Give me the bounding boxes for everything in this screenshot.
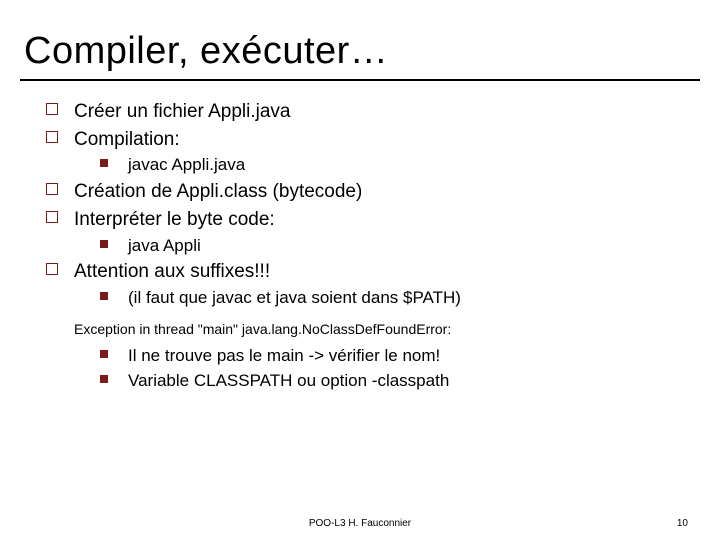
sublist-item: Variable CLASSPATH ou option -classpath [100,370,674,393]
sublist-item: Il ne trouve pas le main -> vérifier le … [100,345,674,368]
square-fill-icon [100,287,128,310]
square-open-icon [46,179,74,205]
square-fill-icon [100,345,128,368]
sublist-text: Variable CLASSPATH ou option -classpath [128,370,449,393]
list-text: Attention aux suffixes!!! [74,259,270,285]
page-number: 10 [677,518,688,529]
sublist-item: (il faut que javac et java soient dans $… [100,287,674,310]
list-item: Création de Appli.class (bytecode) [46,179,674,205]
square-fill-icon [100,154,128,177]
sublist-item: javac Appli.java [100,154,674,177]
list-item: Interpréter le byte code: [46,207,674,233]
sublist-text: Il ne trouve pas le main -> vérifier le … [128,345,440,368]
sublist-text: java Appli [128,235,201,258]
list-text: Créer un fichier Appli.java [74,99,291,125]
sublist-item: java Appli [100,235,674,258]
list-item: Compilation: [46,127,674,153]
title-underline [20,79,700,81]
list-item: Créer un fichier Appli.java [46,99,674,125]
sublist-text: (il faut que javac et java soient dans $… [128,287,461,310]
list-text: Création de Appli.class (bytecode) [74,179,362,205]
square-fill-icon [100,370,128,393]
list-text: Interpréter le byte code: [74,207,275,233]
square-open-icon [46,127,74,153]
square-open-icon [46,259,74,285]
slide-body: Créer un fichier Appli.java Compilation:… [0,99,720,393]
exception-text: Exception in thread "main" java.lang.NoC… [74,320,674,339]
square-fill-icon [100,235,128,258]
list-item: Attention aux suffixes!!! [46,259,674,285]
footer-author: POO-L3 H. Fauconnier [0,518,720,529]
square-open-icon [46,99,74,125]
list-text: Compilation: [74,127,180,153]
square-open-icon [46,207,74,233]
sublist-text: javac Appli.java [128,154,245,177]
slide-title: Compiler, exécuter… [0,0,720,79]
